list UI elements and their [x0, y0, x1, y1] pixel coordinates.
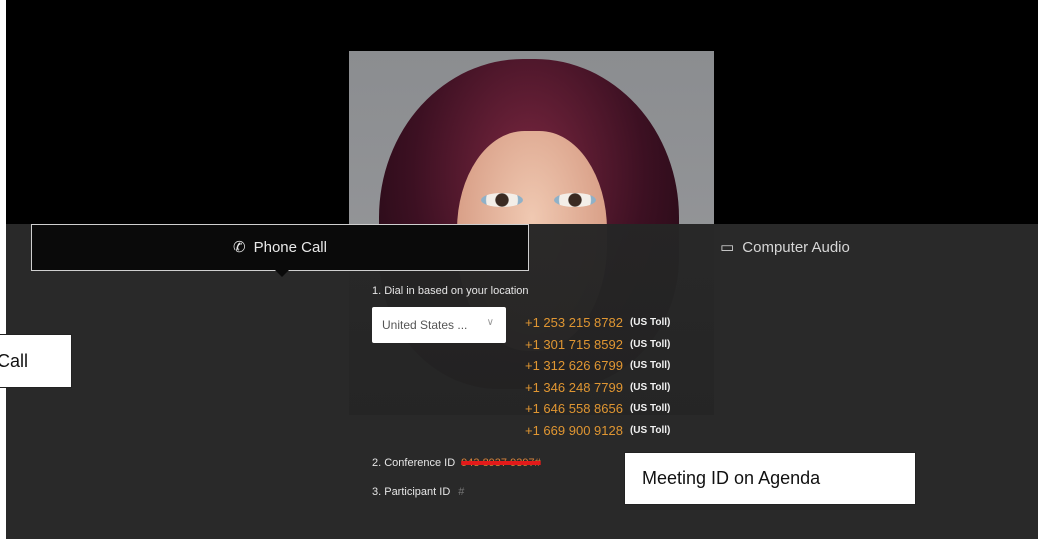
dial-in-number[interactable]: +1 301 715 8592: [525, 337, 623, 352]
dial-in-number-list: +1 253 215 8782 (US Toll) +1 301 715 859…: [525, 312, 670, 441]
conference-id-value: 943 8937 9397#: [461, 457, 541, 469]
laptop-icon: ▭: [720, 239, 735, 256]
toll-label: (US Toll): [629, 338, 671, 350]
toll-label: (US Toll): [629, 403, 671, 415]
active-tab-caret: [273, 268, 291, 277]
toll-label: (US Toll): [629, 424, 671, 436]
phone-icon: ✆: [233, 239, 246, 256]
tab-computer-audio-label: Computer Audio: [742, 239, 850, 256]
dial-in-number-row: +1 253 215 8782 (US Toll): [525, 312, 670, 334]
dial-in-number-row: +1 646 558 8656 (US Toll): [525, 398, 670, 420]
dial-in-number[interactable]: +1 646 558 8656: [525, 401, 623, 416]
tab-computer-audio[interactable]: ▭ Computer Audio: [540, 224, 1030, 271]
participant-id-label: 3. Participant ID: [372, 486, 451, 498]
dial-in-number[interactable]: +1 312 626 6799: [525, 358, 623, 373]
toll-label: (US Toll): [629, 317, 671, 329]
dial-in-heading: 1. Dial in based on your location: [372, 285, 529, 297]
dial-in-number[interactable]: +1 253 215 8782: [525, 315, 623, 330]
annotation-callout-right: Meeting ID on Agenda: [624, 452, 916, 505]
participant-id-value: #: [458, 486, 465, 498]
location-select[interactable]: United States ... ∨: [372, 307, 506, 343]
participant-id: 3. Participant ID #: [372, 486, 464, 498]
tab-phone-call-label: Phone Call: [253, 239, 327, 256]
dial-in-number-row: +1 312 626 6799 (US Toll): [525, 355, 670, 377]
dial-in-number-row: +1 346 248 7799 (US Toll): [525, 377, 670, 399]
toll-label: (US Toll): [629, 360, 671, 372]
participant-left-eye: [481, 193, 523, 207]
toll-label: (US Toll): [629, 381, 671, 393]
tab-phone-call[interactable]: ✆ Phone Call: [31, 224, 529, 271]
dial-in-number-row: +1 669 900 9128 (US Toll): [525, 420, 670, 442]
annotation-left-text: Call: [0, 350, 29, 371]
location-select-value: United States ...: [382, 318, 468, 332]
annotation-callout-left: Call: [0, 334, 72, 388]
participant-right-eye: [554, 193, 596, 207]
dial-in-number[interactable]: +1 669 900 9128: [525, 423, 623, 438]
dial-in-number[interactable]: +1 346 248 7799: [525, 380, 623, 395]
annotation-right-text: Meeting ID on Agenda: [642, 468, 821, 488]
conference-id-label: 2. Conference ID: [372, 457, 456, 469]
chevron-down-icon: ∨: [486, 317, 494, 328]
conference-id: 2. Conference ID 943 8937 9397#: [372, 457, 541, 469]
dial-in-number-row: +1 301 715 8592 (US Toll): [525, 334, 670, 356]
